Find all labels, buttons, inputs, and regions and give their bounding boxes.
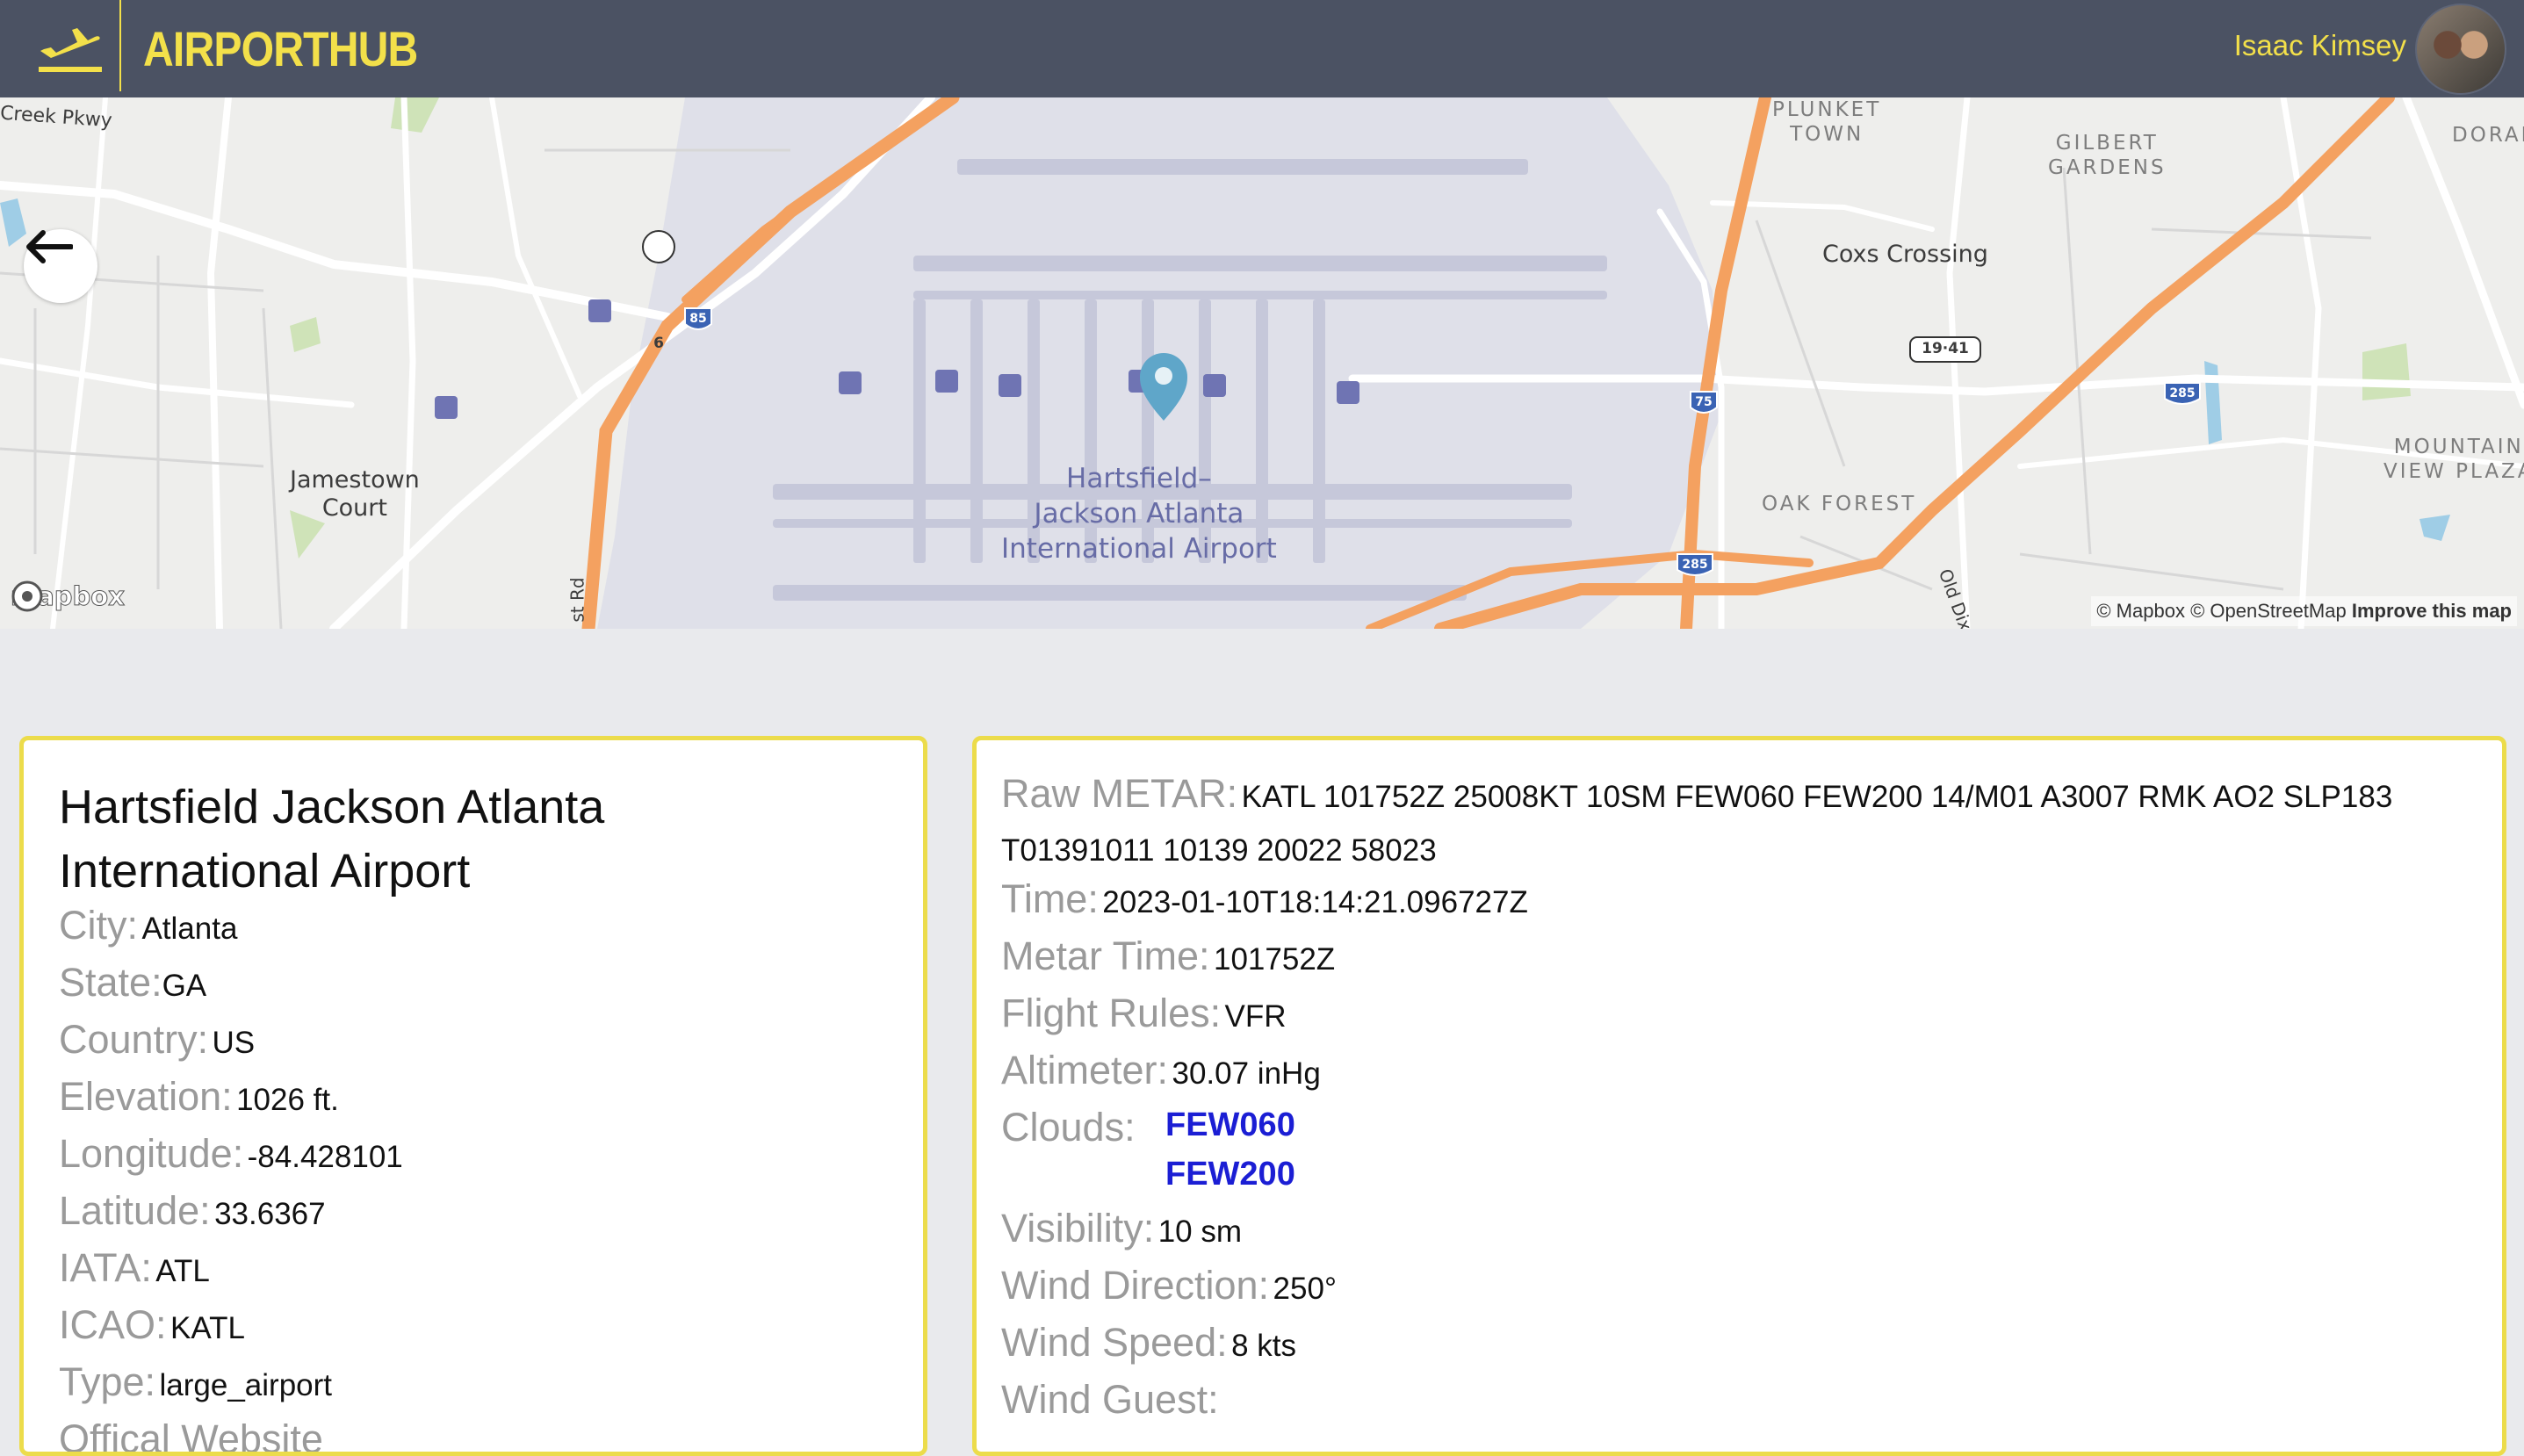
map-label-doral: DORAL xyxy=(2452,124,2524,147)
wind-gust-row: Wind Guest: xyxy=(1001,1377,1219,1423)
iata-row: IATA: ATL xyxy=(59,1245,210,1291)
country-label: Country: xyxy=(59,1017,209,1062)
wind-speed-value: 8 kts xyxy=(1231,1329,1297,1363)
map-label-st-rd: st Rd xyxy=(566,577,588,623)
back-arrow-icon xyxy=(26,230,73,263)
wind-speed-label: Wind Speed: xyxy=(1001,1320,1228,1365)
elevation-label: Elevation: xyxy=(59,1074,233,1119)
visibility-value: 10 sm xyxy=(1157,1215,1242,1249)
clouds-label: Clouds: xyxy=(1001,1105,1136,1150)
cloud-layer-2: FEW200 xyxy=(1165,1156,1295,1193)
map-label-airport: Hartsfield– Jackson Atlanta Internationa… xyxy=(1001,463,1277,565)
latitude-label: Latitude: xyxy=(59,1188,211,1233)
raw-metar-row: Raw METAR: KATL 101752Z 25008KT 10SM FEW… xyxy=(1001,771,2477,822)
state-label: State: xyxy=(59,960,162,1005)
airport-map[interactable]: Creek Pkwy Jamestown Court Hartsfield– Ja… xyxy=(0,97,2524,629)
raw-metar-row-2: T01391011 10139 20022 58023 xyxy=(1001,826,1437,876)
website-row[interactable]: Offical Website xyxy=(59,1416,323,1452)
iata-label: IATA: xyxy=(59,1245,152,1290)
altimeter-row: Altimeter: 30.07 inHg xyxy=(1001,1048,1321,1093)
mapbox-attribution-link[interactable]: © Mapbox xyxy=(2096,600,2185,622)
longitude-row: Longitude: -84.428101 xyxy=(59,1131,403,1177)
visibility-label: Visibility: xyxy=(1001,1206,1155,1251)
icao-label: ICAO: xyxy=(59,1302,167,1347)
country-row: Country: US xyxy=(59,1017,255,1063)
altimeter-value: 30.07 inHg xyxy=(1172,1056,1321,1091)
map-label-coxs-crossing: Coxs Crossing xyxy=(1822,241,1988,268)
type-label: Type: xyxy=(59,1359,156,1404)
logo-divider xyxy=(119,0,121,91)
wind-direction-label: Wind Direction: xyxy=(1001,1263,1270,1308)
cloud-layer-1: FEW060 xyxy=(1165,1106,1295,1143)
osm-attribution-link[interactable]: © OpenStreetMap xyxy=(2190,600,2347,622)
longitude-value: -84.428101 xyxy=(247,1140,403,1174)
state-row: State:GA xyxy=(59,960,206,1006)
improve-map-link[interactable]: Improve this map xyxy=(2352,600,2512,622)
type-value: large_airport xyxy=(159,1368,333,1402)
highway-shield-6: 6 xyxy=(653,335,664,352)
map-label-gilbert-gardens: GILBERT GARDENS xyxy=(2048,132,2167,179)
latitude-row: Latitude: 33.6367 xyxy=(59,1188,326,1234)
user-avatar[interactable] xyxy=(2415,4,2506,95)
city-label: City: xyxy=(59,903,138,948)
user-name[interactable]: Isaac Kimsey xyxy=(2234,26,2406,65)
airport-name: Hartsfield Jackson Atlanta International… xyxy=(59,781,605,897)
elevation-value: 1026 ft. xyxy=(236,1083,339,1117)
metar-time-label: Metar Time: xyxy=(1001,933,1210,978)
iata-value: ATL xyxy=(155,1254,210,1288)
longitude-label: Longitude: xyxy=(59,1131,244,1176)
city-row: City: Atlanta xyxy=(59,903,237,948)
flight-rules-value: VFR xyxy=(1224,999,1287,1034)
raw-metar-value-line1: KATL 101752Z 25008KT 10SM FEW060 FEW200 … xyxy=(1241,780,2393,814)
latitude-value: 33.6367 xyxy=(214,1197,326,1231)
time-row: Time: 2023-01-10T18:14:21.096727Z xyxy=(1001,876,1528,922)
highway-shield-85: 85 xyxy=(689,312,707,326)
map-label-mountain-view-plaza: MOUNTAIN VIEW PLAZA xyxy=(2383,436,2524,483)
app-name[interactable]: AIRPORTHUB xyxy=(143,18,418,81)
airport-info-card: Hartsfield Jackson Atlanta International… xyxy=(19,736,927,1456)
map-attribution: © Mapbox © OpenStreetMap Improve this ma… xyxy=(2091,596,2517,626)
flight-rules-row: Flight Rules: VFR xyxy=(1001,991,1287,1036)
type-row: Type: large_airport xyxy=(59,1359,332,1405)
metar-time-value: 101752Z xyxy=(1214,942,1336,977)
map-label-oak-forest: OAK FOREST xyxy=(1762,493,1917,515)
flight-rules-label: Flight Rules: xyxy=(1001,991,1222,1035)
clouds-row: Clouds: xyxy=(1001,1105,1136,1150)
city-value: Atlanta xyxy=(141,912,238,946)
map-label-plunket-town: PLUNKET TOWN xyxy=(1772,98,1882,146)
official-website-link[interactable]: Offical Website xyxy=(59,1416,323,1452)
metar-time-row: Metar Time: 101752Z xyxy=(1001,933,1335,979)
map-label-jamestown: Jamestown Court xyxy=(290,466,420,522)
mapbox-logo-icon xyxy=(11,580,43,612)
time-label: Time: xyxy=(1001,876,1099,921)
time-value: 2023-01-10T18:14:21.096727Z xyxy=(1102,885,1528,919)
highway-shield-19-41: 19·41 xyxy=(1922,340,1969,357)
wind-gust-label: Wind Guest: xyxy=(1001,1377,1219,1422)
wind-direction-value: 250° xyxy=(1273,1272,1337,1306)
mapbox-logo[interactable]: mapbox xyxy=(11,580,125,613)
visibility-row: Visibility: 10 sm xyxy=(1001,1206,1242,1251)
country-value: US xyxy=(212,1026,256,1060)
icao-row: ICAO: KATL xyxy=(59,1302,245,1348)
elevation-row: Elevation: 1026 ft. xyxy=(59,1074,339,1120)
highway-shield-285-south: 285 xyxy=(1682,558,1708,572)
wind-speed-row: Wind Speed: 8 kts xyxy=(1001,1320,1296,1366)
airplane-logo-icon[interactable] xyxy=(39,23,102,74)
back-button[interactable] xyxy=(24,229,97,303)
state-value: GA xyxy=(162,969,207,1003)
top-navbar: AIRPORTHUB Isaac Kimsey xyxy=(0,0,2524,97)
icao-value: KATL xyxy=(169,1311,245,1345)
metar-card: Raw METAR: KATL 101752Z 25008KT 10SM FEW… xyxy=(972,736,2506,1456)
raw-metar-label: Raw METAR: xyxy=(1001,771,1238,816)
raw-metar-value-line2: T01391011 10139 20022 58023 xyxy=(1001,833,1437,868)
wind-direction-row: Wind Direction: 250° xyxy=(1001,1263,1337,1308)
highway-shield-285-east: 285 xyxy=(2169,386,2196,400)
altimeter-label: Altimeter: xyxy=(1001,1048,1169,1092)
highway-shield-75: 75 xyxy=(1695,395,1713,409)
